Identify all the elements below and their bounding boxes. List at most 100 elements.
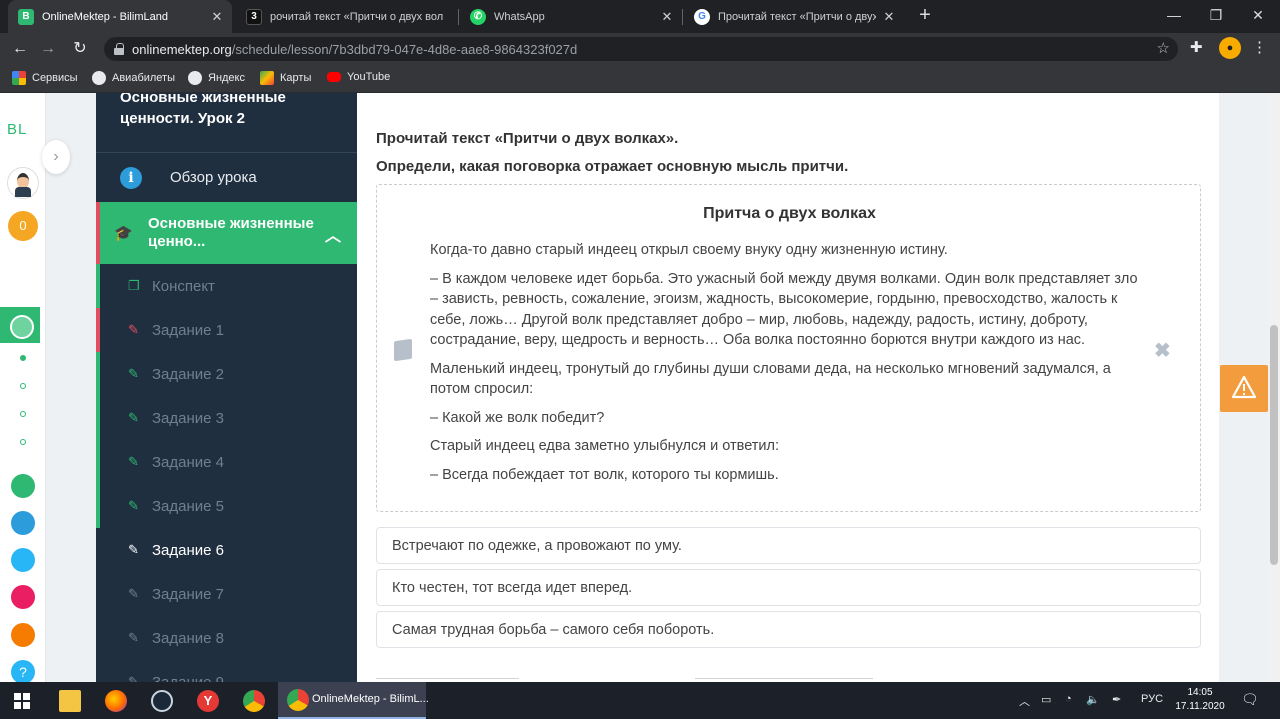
- window-close-icon[interactable]: ✕: [1238, 3, 1278, 27]
- sidebar-item-task-3[interactable]: ✎ Задание 3: [96, 396, 357, 440]
- book-icon: [394, 338, 412, 362]
- bookmark-yandex[interactable]: Яндекс: [188, 71, 245, 85]
- bookmark-services[interactable]: Сервисы: [12, 71, 78, 85]
- windows-start-icon[interactable]: [14, 693, 30, 709]
- back-icon[interactable]: ←: [9, 38, 31, 60]
- progress-dot[interactable]: [20, 411, 26, 417]
- sidebar-item-task-5[interactable]: ✎ Задание 5: [96, 484, 357, 528]
- clock[interactable]: 14:05 17.11.2020: [1170, 686, 1230, 714]
- profile-avatar-icon[interactable]: ●: [1219, 37, 1241, 59]
- tab-search-result[interactable]: 3 рочитай текст «Притчи о двух вол: [236, 0, 456, 33]
- answer-option-1[interactable]: Встречают по одежке, а провожают по уму.: [376, 527, 1201, 564]
- progress-dot[interactable]: [20, 383, 26, 389]
- chevron-up-icon[interactable]: ︿: [325, 222, 341, 246]
- reading-text-box: Притча о двух волках ✖ Когда-то давно ст…: [376, 184, 1201, 512]
- language-indicator[interactable]: РУС: [1141, 693, 1163, 705]
- edit-icon: ✎: [128, 630, 139, 645]
- help-icon[interactable]: ?: [11, 660, 35, 682]
- url-text: onlinemektep.org/schedule/lesson/7b3dbd7…: [132, 42, 578, 57]
- text-paragraph: – В каждом человеке идет борьба. Это ужа…: [430, 270, 1138, 349]
- sidebar-item-task-8[interactable]: ✎ Задание 8: [96, 616, 357, 660]
- coins-badge[interactable]: 0: [8, 211, 38, 241]
- onlinemektep-app-icon[interactable]: [0, 307, 40, 343]
- bookmark-youtube[interactable]: YouTube: [327, 71, 390, 83]
- youtube-icon: [327, 72, 341, 82]
- edit-icon: ✎: [128, 498, 139, 513]
- teacher-app-icon[interactable]: [11, 623, 35, 647]
- expand-rail-chevron-icon[interactable]: ›: [42, 140, 70, 174]
- tab-onlinemektep[interactable]: B OnlineMektep - BilimLand ✕: [8, 0, 232, 33]
- sidebar-item-task-9[interactable]: ✎ Задание 9: [96, 660, 357, 683]
- bilimland-app-icon[interactable]: [11, 474, 35, 498]
- close-tab-icon[interactable]: ✕: [210, 9, 224, 25]
- task-content: Прочитай текст «Притчи о двух волках». О…: [357, 93, 1219, 682]
- minimize-icon[interactable]: —: [1154, 3, 1194, 27]
- yandex-browser-icon[interactable]: Y: [197, 690, 219, 712]
- progress-dot[interactable]: [20, 439, 26, 445]
- firefox-icon[interactable]: [105, 690, 127, 712]
- text-paragraph: – Какой же волк победит?: [430, 409, 605, 426]
- bookmark-star-icon[interactable]: ☆: [1157, 39, 1170, 57]
- left-rail: BL 0 ?: [0, 93, 46, 682]
- progress-dot[interactable]: [20, 355, 26, 361]
- restore-icon[interactable]: ❐: [1196, 3, 1236, 27]
- bilimbook-app-icon[interactable]: [11, 511, 35, 535]
- tab-title: Прочитай текст «Притчи о двух в: [718, 10, 876, 23]
- close-tab-icon[interactable]: ✕: [882, 9, 896, 25]
- status-marker: [96, 308, 100, 352]
- tab-whatsapp[interactable]: ✆ WhatsApp ✕: [460, 0, 682, 33]
- text-paragraph: Маленький индеец, тронутый до глубины ду…: [430, 360, 1111, 398]
- twig-app-icon[interactable]: [11, 585, 35, 609]
- bookmark-maps[interactable]: Карты: [260, 71, 311, 85]
- scrollbar-thumb[interactable]: [1270, 325, 1278, 565]
- bilimland-logo[interactable]: BL: [7, 121, 27, 138]
- close-icon[interactable]: ✖: [1154, 338, 1171, 363]
- sidebar-section-current[interactable]: 🎓 Основные жизненные ценно... ︿: [96, 202, 357, 264]
- tab-title: рочитай текст «Притчи о двух вол: [270, 10, 444, 23]
- sidebar-item-overview[interactable]: i Обзор урока: [96, 152, 357, 202]
- forward-icon[interactable]: →: [37, 38, 59, 60]
- info-icon: i: [120, 166, 142, 189]
- tab-title: OnlineMektep - BilimLand: [42, 10, 168, 23]
- globe-icon: [188, 71, 202, 85]
- edit-icon: ✎: [128, 454, 139, 469]
- text-body: Когда-то давно старый индеец открыл свое…: [430, 240, 1146, 493]
- wifi-icon[interactable]: ◔: [1065, 693, 1072, 705]
- answer-option-2[interactable]: Кто честен, тот всегда идет вперед.: [376, 569, 1201, 606]
- globe-icon: [92, 71, 106, 85]
- file-explorer-icon[interactable]: [59, 690, 81, 712]
- edit-icon: ✎: [128, 366, 139, 381]
- bilimland-favicon-icon: B: [18, 8, 34, 25]
- close-tab-icon[interactable]: ✕: [660, 9, 674, 25]
- test-app-icon[interactable]: [11, 548, 35, 572]
- sidebar-item-task-7[interactable]: ✎ Задание 7: [96, 572, 357, 616]
- sidebar-item-task-4[interactable]: ✎ Задание 4: [96, 440, 357, 484]
- sidebar-item-task-6[interactable]: ✎ Задание 6: [96, 528, 357, 572]
- pen-icon[interactable]: ✒: [1112, 693, 1121, 706]
- sidebar-item-task-2[interactable]: ✎ Задание 2: [96, 352, 357, 396]
- steam-icon[interactable]: [151, 690, 173, 712]
- battery-icon[interactable]: ▭: [1041, 693, 1051, 706]
- status-marker: [96, 352, 100, 396]
- edit-icon: ✎: [128, 542, 139, 557]
- bookmark-aviabilety[interactable]: Авиабилеты: [92, 71, 175, 85]
- extensions-puzzle-icon[interactable]: ✚: [1190, 38, 1203, 56]
- taskbar-active-chrome[interactable]: OnlineMektep - BilimL...: [278, 682, 429, 719]
- sidebar-item-konspekt[interactable]: ❐ Конспект: [96, 264, 357, 308]
- user-avatar[interactable]: [7, 167, 39, 199]
- volume-icon[interactable]: 🔈: [1086, 693, 1100, 706]
- menu-dots-icon[interactable]: ⋮: [1252, 38, 1267, 56]
- sidebar-item-task-1[interactable]: ✎ Задание 1: [96, 308, 357, 352]
- report-problem-button[interactable]: [1220, 365, 1268, 412]
- reload-icon[interactable]: ↻: [69, 38, 91, 60]
- chrome-icon[interactable]: [243, 690, 265, 712]
- tray-chevron-up-icon[interactable]: ︿: [1019, 693, 1030, 709]
- text-paragraph: Старый индеец едва заметно улыбнулся и о…: [430, 438, 780, 454]
- notifications-icon[interactable]: 🗨: [1241, 691, 1259, 708]
- tab-google-search[interactable]: G Прочитай текст «Притчи о двух в ✕: [684, 0, 904, 33]
- page-scrollbar[interactable]: [1268, 93, 1280, 682]
- new-tab-icon[interactable]: +: [914, 4, 936, 28]
- address-bar[interactable]: onlinemektep.org/schedule/lesson/7b3dbd7…: [104, 37, 1178, 61]
- answer-option-3[interactable]: Самая трудная борьба – самого себя побор…: [376, 611, 1201, 648]
- tab-separator: [682, 9, 683, 25]
